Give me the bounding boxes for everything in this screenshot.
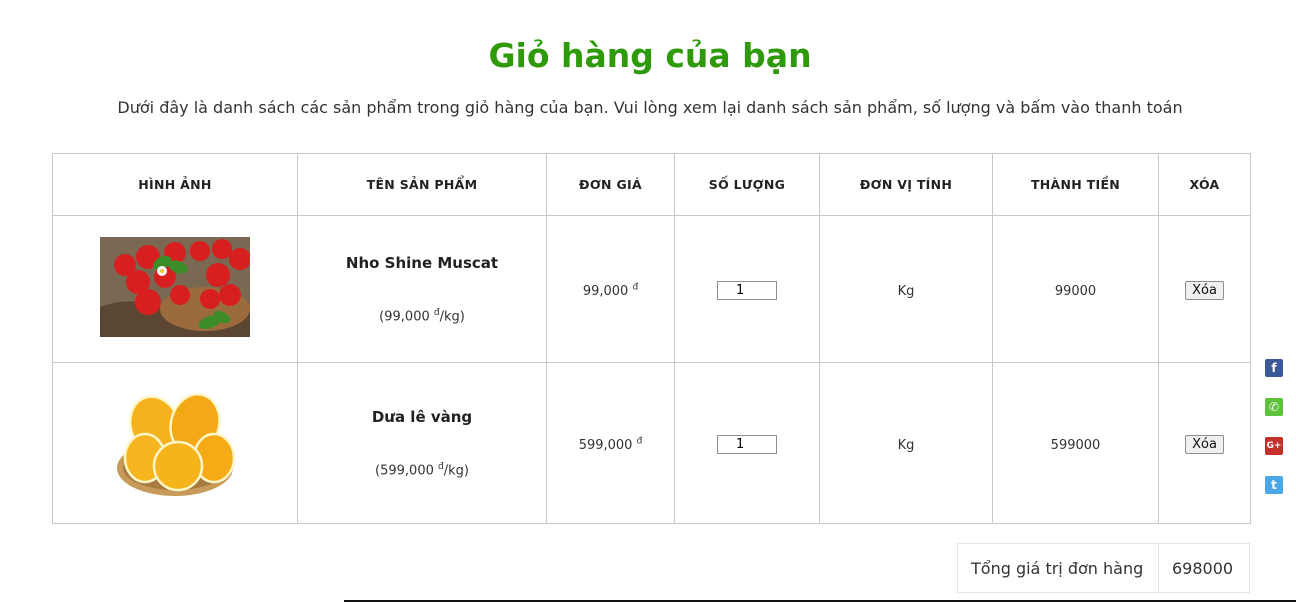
order-total-value: 698000 xyxy=(1172,558,1234,578)
header-subtotal: THÀNH TIỀN xyxy=(992,153,1159,216)
page-title: Giỏ hàng của bạn xyxy=(488,36,812,75)
google-plus-icon[interactable]: G+ xyxy=(1265,437,1283,455)
table-row: Nho Shine Muscat (99,000 đ/kg) 99,000 đ … xyxy=(52,215,1251,363)
unit-price: 99,000 đ xyxy=(582,282,639,299)
table-header-row: HÌNH ẢNH TÊN SẢN PHẨM ĐƠN GIÁ SỐ LƯỢNG Đ… xyxy=(52,153,1251,216)
table-row: Dưa lê vàng (599,000 đ/kg) 599,000 đ Kg … xyxy=(52,362,1251,524)
header-delete: XÓA xyxy=(1158,153,1251,216)
header-unit: ĐƠN VỊ TÍNH xyxy=(819,153,993,216)
phone-icon[interactable]: ✆ xyxy=(1265,398,1283,416)
unit-price: 599,000 đ xyxy=(578,436,643,453)
subtotal: 99000 xyxy=(1054,283,1097,299)
unit-label: Kg xyxy=(897,437,915,453)
cart-table: HÌNH ẢNH TÊN SẢN PHẨM ĐƠN GIÁ SỐ LƯỢNG Đ… xyxy=(52,153,1251,524)
header-product-name: TÊN SẢN PHẨM xyxy=(297,153,547,216)
header-image: HÌNH ẢNH xyxy=(52,153,298,216)
header-quantity: SỐ LƯỢNG xyxy=(674,153,820,216)
quantity-input[interactable] xyxy=(717,434,777,454)
delete-button[interactable]: Xóa xyxy=(1185,434,1224,454)
product-name: Dưa lê vàng xyxy=(371,407,473,426)
header-unit-price: ĐƠN GIÁ xyxy=(546,153,675,216)
product-name: Nho Shine Muscat xyxy=(345,253,499,272)
page-subtitle: Dưới đây là danh sách các sản phẩm trong… xyxy=(117,98,1183,117)
delete-button[interactable]: Xóa xyxy=(1185,280,1224,300)
unit-label: Kg xyxy=(897,283,915,299)
product-unit-price: (599,000 đ/kg) xyxy=(375,461,469,479)
order-total: Tổng giá trị đơn hàng 698000 xyxy=(957,543,1250,593)
subtotal: 599000 xyxy=(1050,437,1101,453)
twitter-icon[interactable]: t xyxy=(1265,476,1283,494)
strawberries-image xyxy=(100,237,250,337)
quantity-input[interactable] xyxy=(717,280,777,300)
order-total-label: Tổng giá trị đơn hàng xyxy=(958,544,1159,592)
product-unit-price: (99,000 đ/kg) xyxy=(379,307,465,325)
yellow-melon-image xyxy=(117,393,236,496)
facebook-icon[interactable]: f xyxy=(1265,359,1283,377)
